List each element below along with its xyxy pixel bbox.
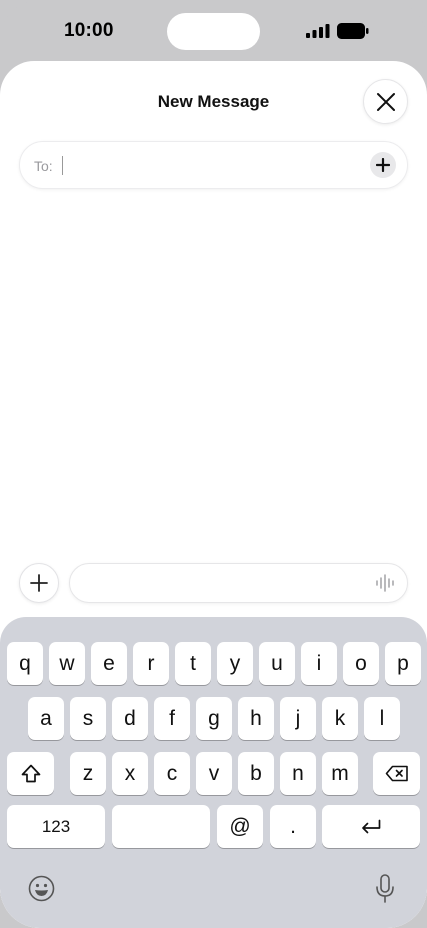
key-k[interactable]: k [322,697,358,740]
key-u[interactable]: u [259,642,295,685]
key-f[interactable]: f [154,697,190,740]
plus-icon [30,574,48,592]
key-b[interactable]: b [238,752,274,795]
key-x[interactable]: x [112,752,148,795]
key-p[interactable]: p [385,642,421,685]
attachment-button[interactable] [19,563,59,603]
key-j[interactable]: j [280,697,316,740]
delete-icon [385,765,408,782]
cellular-signal-icon [306,24,330,38]
dot-key[interactable]: . [270,805,316,848]
key-i[interactable]: i [301,642,337,685]
close-icon [376,92,395,111]
message-input[interactable] [69,563,408,603]
shift-icon [21,764,40,783]
status-bar: 10:00 [0,0,427,60]
delete-key[interactable] [373,752,420,795]
numbers-key[interactable]: 123 [7,805,105,848]
plus-icon [376,158,390,172]
key-o[interactable]: o [343,642,379,685]
battery-icon [337,23,369,39]
to-label: To: [34,158,53,174]
phone-screen: 10:00 New Message To: q w e r t y u i o … [0,0,427,928]
add-recipient-button[interactable] [370,152,396,178]
key-z[interactable]: z [70,752,106,795]
status-time: 10:00 [64,20,114,41]
key-h[interactable]: h [238,697,274,740]
key-n[interactable]: n [280,752,316,795]
key-c[interactable]: c [154,752,190,795]
key-a[interactable]: a [28,697,64,740]
key-t[interactable]: t [175,642,211,685]
key-l[interactable]: l [364,697,400,740]
close-button[interactable] [363,79,408,124]
emoji-icon[interactable] [28,875,55,902]
at-key[interactable]: @ [217,805,263,848]
key-d[interactable]: d [112,697,148,740]
key-s[interactable]: s [70,697,106,740]
waveform-icon[interactable] [376,574,396,592]
recipient-field[interactable]: To: [19,141,408,189]
key-q[interactable]: q [7,642,43,685]
key-v[interactable]: v [196,752,232,795]
microphone-icon[interactable] [375,874,395,904]
key-m[interactable]: m [322,752,358,795]
return-key[interactable] [322,805,420,848]
key-g[interactable]: g [196,697,232,740]
space-key[interactable] [112,805,210,848]
text-caret [62,156,63,175]
key-w[interactable]: w [49,642,85,685]
return-icon [362,819,381,833]
key-y[interactable]: y [217,642,253,685]
dynamic-island [167,13,260,50]
shift-key[interactable] [7,752,54,795]
keyboard: q w e r t y u i o p a s d f g h j k l z … [0,617,427,928]
key-r[interactable]: r [133,642,169,685]
key-e[interactable]: e [91,642,127,685]
